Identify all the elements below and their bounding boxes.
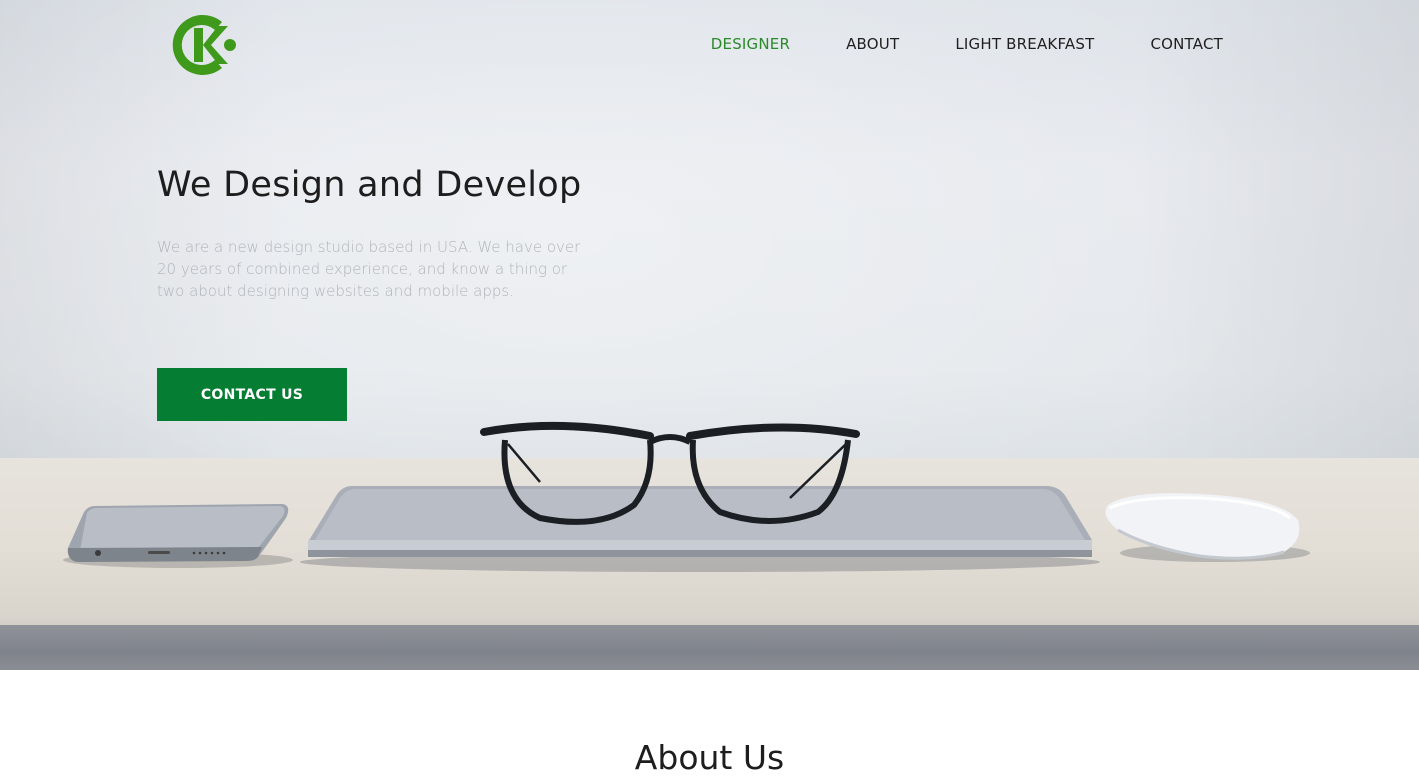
hero-description: We are a new design studio based in USA.… <box>157 238 581 300</box>
nav-item-about[interactable]: ABOUT <box>846 35 899 53</box>
phone-image <box>63 504 293 568</box>
nav-item-designer[interactable]: DESIGNER <box>711 35 790 53</box>
laptop-image <box>300 486 1100 572</box>
contact-us-button[interactable]: CONTACT US <box>157 368 347 421</box>
ck-logo-icon[interactable] <box>172 12 238 78</box>
hero-section: DESIGNER ABOUT LIGHT BREAKFAST CONTACT W… <box>0 0 1419 670</box>
main-nav: DESIGNER ABOUT LIGHT BREAKFAST CONTACT <box>711 35 1223 53</box>
about-section-title: About Us <box>634 738 785 776</box>
hero-image <box>63 421 1310 572</box>
nav-item-light-breakfast[interactable]: LIGHT BREAKFAST <box>955 35 1094 53</box>
nav-item-contact[interactable]: CONTACT <box>1150 35 1223 53</box>
hero-title: We Design and Develop <box>157 165 582 205</box>
site-header: DESIGNER ABOUT LIGHT BREAKFAST CONTACT <box>0 0 1419 90</box>
mouse-image <box>1105 493 1310 562</box>
